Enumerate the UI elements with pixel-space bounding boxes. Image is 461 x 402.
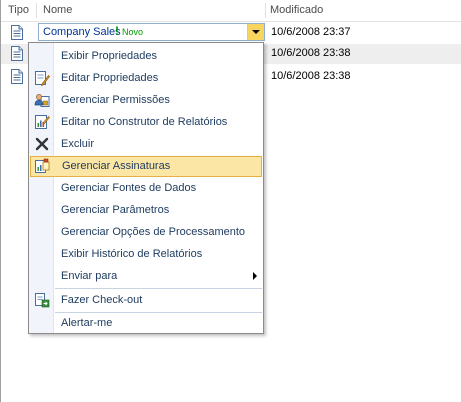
menu-item-gerenciar-assinaturas[interactable]: Gerenciar Assinaturas	[30, 156, 262, 177]
menu-item-gerenciar-fontes[interactable]: Gerenciar Fontes de Dados	[30, 178, 262, 199]
menu-item-label: Enviar para	[61, 270, 118, 282]
menu-item-label: Gerenciar Opções de Processamento	[61, 226, 246, 238]
menu-item-exibir-propriedades[interactable]: Exibir Propriedades	[30, 46, 262, 67]
modified-date: 10/6/2008 23:38	[271, 70, 351, 82]
column-divider	[36, 3, 37, 18]
menu-item-label: Gerenciar Fontes de Dados	[61, 182, 197, 194]
menu-item-label: Alertar-me	[61, 317, 113, 329]
menu-item-editar-construtor[interactable]: Editar no Construtor de Relatórios	[30, 112, 262, 133]
item-name-box[interactable]: Company Sales ! Novo	[38, 23, 265, 41]
new-badge: Novo	[122, 27, 144, 37]
check-out-icon	[35, 293, 50, 308]
report-builder-icon	[35, 115, 50, 129]
menu-item-gerenciar-opcoes[interactable]: Gerenciar Opções de Processamento	[30, 222, 262, 243]
column-divider	[265, 3, 266, 18]
menu-item-fazer-check-out[interactable]: Fazer Check-out	[30, 290, 262, 311]
column-header-modificado[interactable]: Modificado	[270, 4, 323, 16]
subscriptions-icon	[35, 158, 50, 173]
list-row[interactable]: Company Sales ! Novo 10/6/2008 23:37	[1, 23, 461, 43]
menu-item-label: Editar no Construtor de Relatórios	[61, 116, 228, 128]
menu-item-label: Excluir	[61, 138, 95, 150]
edit-properties-icon	[35, 71, 50, 86]
submenu-arrow-icon	[253, 272, 257, 280]
menu-item-enviar-para[interactable]: Enviar para	[30, 266, 262, 287]
menu-item-gerenciar-parametros[interactable]: Gerenciar Parâmetros	[30, 200, 262, 221]
menu-separator	[55, 288, 262, 289]
modified-date: 10/6/2008 23:37	[271, 26, 351, 38]
document-icon	[11, 69, 23, 84]
column-header-tipo[interactable]: Tipo	[8, 4, 29, 16]
permissions-icon	[34, 94, 50, 107]
menu-item-exibir-historico[interactable]: Exibir Histórico de Relatórios	[30, 244, 262, 265]
list-header: Tipo Nome Modificado	[1, 0, 461, 22]
menu-item-label: Editar Propriedades	[61, 72, 159, 84]
menu-item-label: Gerenciar Parâmetros	[61, 204, 170, 216]
menu-item-label: Gerenciar Permissões	[61, 94, 170, 106]
new-mark-icon: !	[115, 24, 119, 38]
menu-item-editar-propriedades[interactable]: Editar Propriedades	[30, 68, 262, 89]
document-icon	[11, 46, 23, 61]
menu-item-alertar-me[interactable]: Alertar-me	[30, 313, 262, 334]
item-name-link[interactable]: Company Sales	[43, 26, 121, 38]
item-dropdown-button[interactable]	[247, 24, 264, 40]
menu-item-label: Exibir Propriedades	[61, 50, 157, 62]
menu-item-label: Fazer Check-out	[61, 294, 143, 306]
menu-item-label: Exibir Histórico de Relatórios	[61, 248, 203, 260]
document-icon	[11, 25, 23, 40]
delete-icon	[35, 137, 49, 151]
menu-item-gerenciar-permissoes[interactable]: Gerenciar Permissões	[30, 90, 262, 111]
modified-date: 10/6/2008 23:38	[271, 47, 351, 59]
menu-item-label: Gerenciar Assinaturas	[62, 160, 171, 172]
column-header-nome[interactable]: Nome	[43, 4, 72, 16]
item-context-menu: Exibir Propriedades Editar Propriedades …	[28, 42, 264, 334]
menu-item-excluir[interactable]: Excluir	[30, 134, 262, 155]
document-library-view: Tipo Nome Modificado Company Sales ! Nov…	[0, 0, 461, 402]
